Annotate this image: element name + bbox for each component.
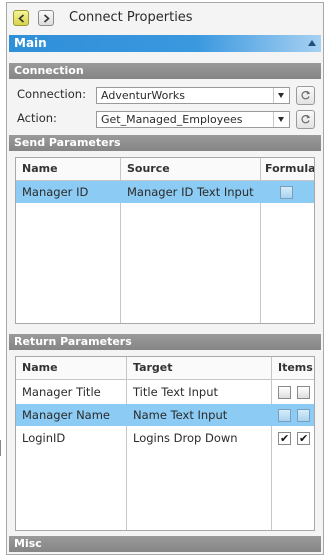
connection-dropdown[interactable]: AdventurWorks <box>96 87 290 104</box>
return-parameters-header: Return Parameters <box>9 334 321 350</box>
chevron-down-icon[interactable] <box>273 112 289 127</box>
item-checkbox-1[interactable] <box>278 409 291 422</box>
resize-grip[interactable] <box>0 440 5 456</box>
misc-section-header[interactable]: Misc <box>9 536 321 552</box>
refresh-icon <box>301 114 311 124</box>
table-row[interactable]: Manager Name Name Text Input <box>16 404 314 426</box>
action-label: Action: <box>17 111 57 125</box>
param-target-cell[interactable]: Logins Drop Down <box>127 427 271 449</box>
main-section-label: Main <box>14 36 47 50</box>
param-target-cell[interactable]: Title Text Input <box>127 381 271 403</box>
param-source-cell[interactable]: Manager ID Text Input <box>121 181 261 203</box>
item-checkbox-2[interactable] <box>297 409 310 422</box>
return-parameters-table: Name Target Items Manager Title Title Te… <box>15 356 315 531</box>
checkmark-icon: ✔ <box>280 432 290 445</box>
action-dropdown[interactable]: Get_Managed_Employees <box>96 111 290 128</box>
title-bar: Connect Properties <box>7 3 323 33</box>
action-refresh-button[interactable] <box>296 110 315 129</box>
table-row[interactable]: Manager Title Title Text Input <box>16 381 314 403</box>
formula-checkbox[interactable] <box>280 186 293 199</box>
connection-value: AdventurWorks <box>101 89 185 102</box>
connection-section-header: Connection <box>9 63 321 79</box>
main-section-header[interactable]: Main <box>9 35 321 52</box>
back-arrow-icon <box>18 14 25 23</box>
param-target-cell[interactable]: Name Text Input <box>127 404 271 426</box>
table-header: Name Source Formula <box>16 158 314 181</box>
send-parameters-header: Send Parameters <box>9 135 321 151</box>
column-header-name[interactable]: Name <box>16 158 120 180</box>
checkmark-icon: ✔ <box>299 432 309 445</box>
table-header: Name Target Items <box>16 357 314 380</box>
table-row[interactable]: LoginID Logins Drop Down ✔ ✔ <box>16 427 314 449</box>
param-name-cell: Manager Name <box>22 408 110 422</box>
item-checkbox-1[interactable]: ✔ <box>278 432 291 445</box>
item-checkbox-1[interactable] <box>278 386 291 399</box>
send-parameters-table: Name Source Formula Manager ID Manager I… <box>15 157 315 324</box>
refresh-icon <box>301 90 311 100</box>
column-header-items[interactable]: Items <box>272 357 314 379</box>
back-button[interactable] <box>13 10 29 26</box>
param-name-cell: Manager Title <box>22 385 101 399</box>
param-name-cell: Manager ID <box>22 185 89 199</box>
panel-title: Connect Properties <box>69 10 193 25</box>
item-checkbox-2[interactable]: ✔ <box>297 432 310 445</box>
item-checkbox-2[interactable] <box>297 386 310 399</box>
table-row[interactable]: Manager ID Manager ID Text Input <box>16 181 314 203</box>
chevron-down-icon[interactable] <box>273 88 289 103</box>
column-header-source[interactable]: Source <box>121 158 261 180</box>
connection-refresh-button[interactable] <box>296 86 315 105</box>
action-value: Get_Managed_Employees <box>101 113 243 126</box>
column-header-target[interactable]: Target <box>127 357 271 379</box>
column-header-formula[interactable]: Formula <box>261 158 314 180</box>
forward-arrow-icon <box>43 14 50 23</box>
column-header-name[interactable]: Name <box>16 357 126 379</box>
properties-panel: Connect Properties Main Connection Conne… <box>6 2 324 555</box>
connection-label: Connection: <box>17 87 86 101</box>
collapse-up-icon[interactable] <box>308 40 316 46</box>
param-name-cell: LoginID <box>22 431 66 445</box>
forward-button[interactable] <box>38 10 54 26</box>
